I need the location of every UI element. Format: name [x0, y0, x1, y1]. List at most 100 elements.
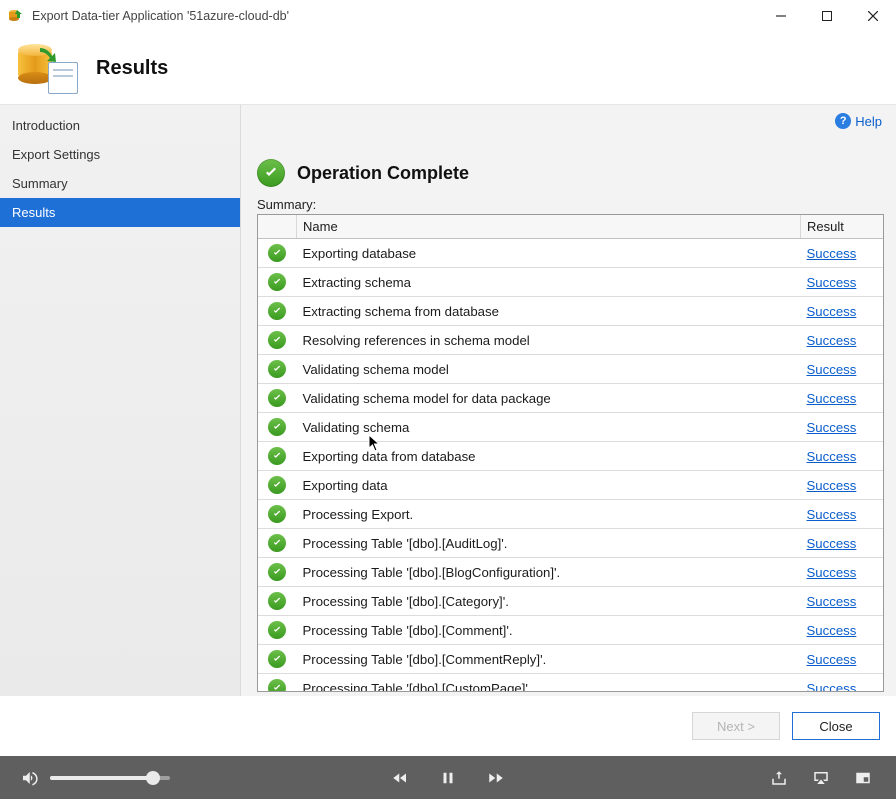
result-link[interactable]: Success — [807, 478, 857, 493]
table-row: Processing Table '[dbo].[BlogConfigurati… — [258, 558, 883, 587]
row-name: Resolving references in schema model — [297, 326, 801, 355]
table-row: Validating schema Success — [258, 413, 883, 442]
row-name: Validating schema model for data package — [297, 384, 801, 413]
result-link[interactable]: Success — [807, 681, 857, 692]
summary-label: Summary: — [257, 197, 884, 212]
result-link[interactable]: Success — [807, 275, 857, 290]
row-name: Extracting schema — [297, 268, 801, 297]
row-name: Processing Table '[dbo].[CommentReply]'. — [297, 645, 801, 674]
table-row: Processing Table '[dbo].[CommentReply]'.… — [258, 645, 883, 674]
pip-button[interactable] — [852, 767, 874, 789]
window-close-button[interactable] — [850, 0, 896, 32]
next-button: Next > — [692, 712, 780, 740]
results-scroll[interactable]: Name Result Exporting databaseSuccessExt… — [258, 215, 883, 691]
row-status-icon — [258, 500, 297, 529]
result-link[interactable]: Success — [807, 536, 857, 551]
window-minimize-button[interactable] — [758, 0, 804, 32]
status-heading: Operation Complete — [297, 163, 469, 184]
result-link[interactable]: Success — [807, 594, 857, 609]
table-row: Exporting data Success — [258, 471, 883, 500]
result-link[interactable]: Success — [807, 449, 857, 464]
result-link[interactable]: Success — [807, 507, 857, 522]
result-link[interactable]: Success — [807, 246, 857, 261]
row-name: Validating schema — [297, 413, 801, 442]
table-row: Processing Table '[dbo].[Category]'. Succ… — [258, 587, 883, 616]
row-name: Processing Table '[dbo].[BlogConfigurati… — [297, 558, 801, 587]
row-result: Success — [801, 500, 884, 529]
close-button[interactable]: Close — [792, 712, 880, 740]
row-name: Processing Export. — [297, 500, 801, 529]
row-result: Success — [801, 616, 884, 645]
table-row: Extracting schema from databaseSuccess — [258, 297, 883, 326]
column-header-name[interactable]: Name — [297, 215, 801, 239]
row-result: Success — [801, 558, 884, 587]
row-result: Success — [801, 529, 884, 558]
table-row: Validating schema model for data package… — [258, 384, 883, 413]
volume-icon[interactable] — [18, 767, 40, 789]
result-link[interactable]: Success — [807, 623, 857, 638]
result-link[interactable]: Success — [807, 652, 857, 667]
row-result: Success — [801, 587, 884, 616]
row-name: Validating schema model — [297, 355, 801, 384]
fast-forward-button[interactable] — [485, 767, 507, 789]
sidebar-step-export-settings[interactable]: Export Settings — [0, 140, 240, 169]
export-database-icon — [16, 44, 76, 92]
result-link[interactable]: Success — [807, 420, 857, 435]
wizard-footer: Next > Close — [0, 696, 896, 756]
row-status-icon — [258, 674, 297, 692]
table-row: Processing Table '[dbo].[Comment]'.Succe… — [258, 616, 883, 645]
table-row: Exporting databaseSuccess — [258, 239, 883, 268]
table-row: Processing Table '[dbo].[CustomPage]'. Su… — [258, 674, 883, 692]
window-maximize-button[interactable] — [804, 0, 850, 32]
sidebar-step-introduction[interactable]: Introduction — [0, 111, 240, 140]
row-result: Success — [801, 413, 884, 442]
row-status-icon — [258, 297, 297, 326]
row-status-icon — [258, 413, 297, 442]
row-result: Success — [801, 645, 884, 674]
pause-button[interactable] — [437, 767, 459, 789]
sidebar-step-summary[interactable]: Summary — [0, 169, 240, 198]
row-status-icon — [258, 384, 297, 413]
share-button[interactable] — [768, 767, 790, 789]
row-name: Processing Table '[dbo].[AuditLog]'. — [297, 529, 801, 558]
result-link[interactable]: Success — [807, 391, 857, 406]
success-status-icon — [257, 159, 285, 187]
row-result: Success — [801, 674, 884, 692]
result-link[interactable]: Success — [807, 565, 857, 580]
table-row: Extracting schema Success — [258, 268, 883, 297]
page-title: Results — [96, 57, 168, 80]
row-name: Exporting data — [297, 471, 801, 500]
row-status-icon — [258, 587, 297, 616]
column-header-result[interactable]: Result — [801, 215, 884, 239]
page-header: Results — [0, 32, 896, 104]
row-result: Success — [801, 326, 884, 355]
rewind-button[interactable] — [389, 767, 411, 789]
table-row: Processing Table '[dbo].[AuditLog]'. Succ… — [258, 529, 883, 558]
results-table: Name Result Exporting databaseSuccessExt… — [257, 214, 884, 692]
row-status-icon — [258, 529, 297, 558]
row-result: Success — [801, 239, 884, 268]
row-status-icon — [258, 442, 297, 471]
help-label: Help — [855, 114, 882, 129]
volume-slider[interactable] — [50, 776, 170, 780]
table-row: Exporting data from databaseSuccess — [258, 442, 883, 471]
row-result: Success — [801, 442, 884, 471]
column-header-status[interactable] — [258, 215, 297, 239]
row-status-icon — [258, 558, 297, 587]
help-link[interactable]: ? Help — [835, 113, 882, 129]
result-link[interactable]: Success — [807, 304, 857, 319]
result-link[interactable]: Success — [807, 333, 857, 348]
row-name: Processing Table '[dbo].[CustomPage]'. — [297, 674, 801, 692]
row-status-icon — [258, 239, 297, 268]
row-result: Success — [801, 297, 884, 326]
volume-thumb[interactable] — [146, 771, 160, 785]
wizard-steps-sidebar: IntroductionExport SettingsSummaryResult… — [0, 105, 241, 696]
sidebar-step-results[interactable]: Results — [0, 198, 240, 227]
table-row: Resolving references in schema model Succ… — [258, 326, 883, 355]
airplay-button[interactable] — [810, 767, 832, 789]
result-link[interactable]: Success — [807, 362, 857, 377]
row-result: Success — [801, 355, 884, 384]
app-icon — [8, 8, 24, 24]
media-playback-bar — [0, 756, 896, 799]
row-name: Processing Table '[dbo].[Category]'. — [297, 587, 801, 616]
